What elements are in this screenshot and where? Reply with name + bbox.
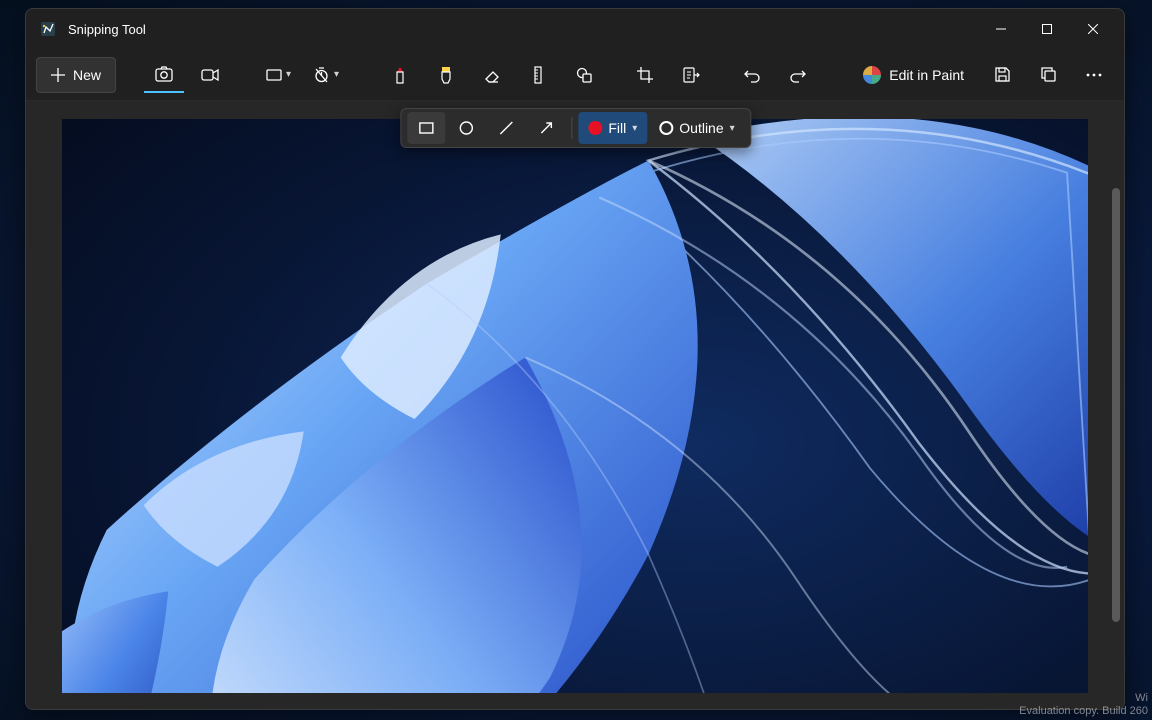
copy-icon [1040, 66, 1057, 83]
arrow-shape-button[interactable] [527, 112, 565, 144]
screenshot-image [62, 119, 1088, 693]
redo-button[interactable] [778, 57, 818, 93]
more-button[interactable] [1074, 57, 1114, 93]
ballpoint-pen-button[interactable] [380, 57, 420, 93]
save-button[interactable] [982, 57, 1022, 93]
shapes-button[interactable] [564, 57, 604, 93]
redo-icon [789, 66, 807, 84]
fill-label: Fill [608, 120, 626, 136]
more-icon [1085, 66, 1103, 84]
activation-watermark: Wi Evaluation copy. Build 260 [1015, 690, 1152, 720]
chevron-down-icon: ▾ [730, 123, 735, 134]
window-controls [978, 13, 1116, 45]
main-toolbar: New ▾ ▾ [26, 49, 1124, 101]
scrollbar-thumb[interactable] [1112, 188, 1120, 623]
snip-mode-button[interactable] [144, 57, 184, 93]
vertical-scrollbar[interactable] [1112, 119, 1120, 691]
chevron-down-icon: ▾ [632, 123, 637, 134]
save-icon [994, 66, 1011, 83]
text-actions-button[interactable] [671, 57, 711, 93]
video-icon [201, 66, 219, 84]
undo-icon [743, 66, 761, 84]
rectangle-shape-button[interactable] [407, 112, 445, 144]
text-extract-icon [682, 66, 700, 84]
app-icon [40, 21, 56, 37]
new-button-label: New [73, 67, 101, 83]
canvas-area [26, 101, 1124, 709]
close-button[interactable] [1070, 13, 1116, 45]
ruler-icon [530, 66, 546, 84]
eraser-button[interactable] [472, 57, 512, 93]
circle-icon [458, 120, 474, 136]
delay-dropdown[interactable]: ▾ [305, 57, 347, 93]
rectangle-icon [418, 120, 434, 136]
undo-button[interactable] [732, 57, 772, 93]
chevron-down-icon: ▾ [334, 69, 339, 80]
screenshot-canvas[interactable] [62, 119, 1088, 693]
pen-red-icon [392, 66, 408, 84]
edit-in-paint-button[interactable]: Edit in Paint [851, 57, 976, 93]
ruler-button[interactable] [518, 57, 558, 93]
outline-swatch-icon [659, 121, 673, 135]
crop-button[interactable] [625, 57, 665, 93]
titlebar: Snipping Tool [26, 9, 1124, 49]
fill-dropdown[interactable]: Fill ▾ [578, 112, 647, 144]
outline-label: Outline [679, 120, 723, 136]
highlighter-icon [438, 66, 454, 84]
fill-color-swatch [588, 121, 602, 135]
arrow-icon [538, 120, 554, 136]
minimize-button[interactable] [978, 13, 1024, 45]
rectangle-icon [266, 67, 282, 83]
record-mode-button[interactable] [190, 57, 230, 93]
shape-toolbar: Fill ▾ Outline ▾ [400, 108, 751, 148]
new-button[interactable]: New [36, 57, 116, 93]
snip-shape-dropdown[interactable]: ▾ [258, 57, 299, 93]
paint-icon [863, 66, 881, 84]
copy-button[interactable] [1028, 57, 1068, 93]
camera-icon [155, 65, 173, 83]
highlighter-button[interactable] [426, 57, 466, 93]
circle-shape-button[interactable] [447, 112, 485, 144]
edit-in-paint-label: Edit in Paint [889, 67, 964, 83]
crop-icon [636, 66, 654, 84]
line-icon [498, 120, 514, 136]
window-title: Snipping Tool [68, 22, 146, 37]
chevron-down-icon: ▾ [286, 69, 291, 80]
shapes-icon [575, 66, 593, 84]
line-shape-button[interactable] [487, 112, 525, 144]
outline-dropdown[interactable]: Outline ▾ [649, 112, 744, 144]
timer-off-icon [313, 66, 330, 83]
eraser-icon [483, 66, 501, 84]
plus-icon [51, 68, 65, 82]
maximize-button[interactable] [1024, 13, 1070, 45]
